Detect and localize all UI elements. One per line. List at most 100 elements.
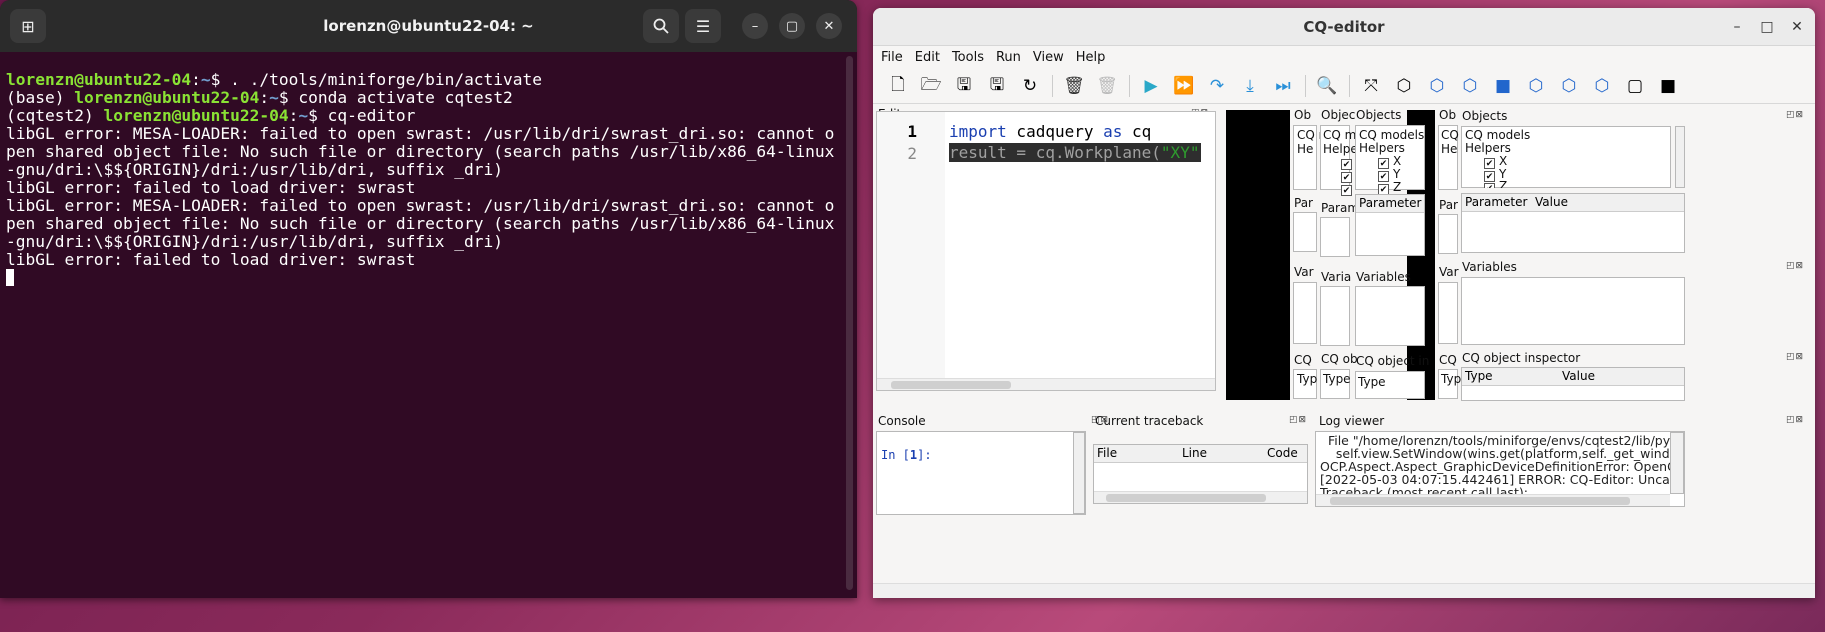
console[interactable]: In [1]:: [876, 431, 1086, 515]
variables-ghost[interactable]: [1320, 286, 1350, 346]
debug-button[interactable]: ⏩: [1173, 75, 1195, 97]
column-header-code[interactable]: Code: [1264, 445, 1307, 463]
tree-node-cq-models[interactable]: CQ models: [1465, 128, 1530, 142]
variables-ghost[interactable]: [1355, 286, 1425, 346]
inspector-ghost[interactable]: Typ: [1438, 369, 1461, 399]
inspector-table[interactable]: Type Value: [1461, 367, 1685, 401]
objects-tree-ghost[interactable]: CQ m Helpe ✔ ✔ ✔: [1320, 125, 1358, 196]
menu-button[interactable]: ☰: [685, 9, 721, 43]
scroll-thumb[interactable]: [1330, 497, 1630, 505]
column-header-line[interactable]: Line: [1179, 445, 1264, 463]
scroll-thumb[interactable]: [891, 381, 1011, 389]
log-vscrollbar[interactable]: [1670, 432, 1684, 494]
scroll-thumb[interactable]: [1106, 494, 1266, 502]
menu-tools[interactable]: Tools: [952, 50, 984, 65]
right-view-button[interactable]: ⬡: [1591, 75, 1613, 97]
run-button[interactable]: ▶: [1140, 75, 1162, 97]
cq-maximize-button[interactable]: □: [1757, 17, 1777, 37]
cq-editor-window[interactable]: CQ-editor – □ ✕ File Edit Tools Run View…: [873, 8, 1815, 598]
menu-view[interactable]: View: [1033, 50, 1064, 65]
traceback-dock-buttons[interactable]: ◰⊠: [1289, 415, 1307, 425]
objects-dock-buttons[interactable]: ◰⊠: [1786, 110, 1804, 120]
save-button[interactable]: 🖫: [953, 75, 975, 97]
column-label: Type: [1358, 375, 1386, 389]
inspector-ghost[interactable]: Typ: [1293, 369, 1317, 399]
objects-tree-ghost[interactable]: CQ models Helpers ✔ X ✔ Y ✔ Z: [1355, 125, 1425, 195]
shaded-button[interactable]: ■: [1657, 75, 1679, 97]
tree-label: Helpers: [1359, 141, 1405, 155]
minimize-button[interactable]: –: [742, 13, 768, 39]
tree-node-helpers[interactable]: Helpers: [1465, 141, 1511, 155]
terminal-cursor-line: [6, 269, 840, 287]
new-tab-button[interactable]: ⊞: [10, 9, 46, 43]
viewer-3d[interactable]: [1226, 110, 1290, 400]
variables-table[interactable]: [1461, 277, 1685, 345]
variables-ghost[interactable]: [1438, 282, 1458, 344]
new-file-button[interactable]: 🗋: [887, 75, 909, 97]
left-view-button[interactable]: ⬡: [1558, 75, 1580, 97]
back-view-button[interactable]: ⬡: [1525, 75, 1547, 97]
parameter-ghost[interactable]: [1293, 212, 1317, 252]
column-header-value[interactable]: Value: [1559, 368, 1684, 386]
menu-edit[interactable]: Edit: [915, 50, 940, 65]
menu-run[interactable]: Run: [996, 50, 1021, 65]
variables-ghost[interactable]: [1293, 282, 1317, 344]
menu-file[interactable]: File: [881, 50, 903, 65]
objects-tree-ghost[interactable]: CQ models He: [1438, 125, 1506, 190]
tree-item-z[interactable]: ✔Z: [1378, 180, 1401, 195]
wireframe-button[interactable]: ▢: [1624, 75, 1646, 97]
column-header-type[interactable]: Type: [1462, 368, 1559, 386]
editor-hscrollbar[interactable]: [877, 378, 1215, 390]
traceback-hscrollbar[interactable]: [1094, 491, 1307, 503]
maximize-button[interactable]: ▢: [779, 13, 805, 39]
zoom-button[interactable]: 🔍: [1316, 75, 1338, 97]
code-editor[interactable]: 1 2 import cadquery as cq result = cq.Wo…: [876, 111, 1216, 391]
step-over-button[interactable]: ↷: [1206, 75, 1228, 97]
log-viewer[interactable]: File "/home/lorenzn/tools/miniforge/envs…: [1315, 431, 1685, 507]
checkbox[interactable]: ✔: [1484, 183, 1495, 188]
column-header-value[interactable]: Value: [1532, 194, 1684, 212]
traceback-table[interactable]: File Line Code: [1093, 444, 1308, 504]
parameter-ghost[interactable]: [1438, 214, 1458, 254]
continue-button[interactable]: ⏭: [1272, 75, 1294, 97]
toolbar-separator: [1129, 75, 1130, 97]
cq-close-button[interactable]: ✕: [1787, 17, 1807, 37]
variables-dock-buttons[interactable]: ◰⊠: [1786, 261, 1804, 271]
objects-tree[interactable]: CQ models Helpers ✔X ✔Y ✔Z: [1461, 126, 1671, 188]
clear-button[interactable]: 🗑: [1063, 75, 1085, 97]
checkbox[interactable]: ✔: [1341, 181, 1356, 196]
log-dock-buttons[interactable]: ◰⊠: [1786, 415, 1804, 425]
inspector-dock-buttons[interactable]: ◰⊠: [1786, 352, 1804, 362]
inspector-ghost[interactable]: Type: [1355, 371, 1425, 399]
inspector-ghost[interactable]: Type: [1320, 369, 1351, 399]
column-label: Type: [1323, 372, 1351, 386]
iso-view-button[interactable]: ⬡: [1393, 75, 1415, 97]
console-prompt: In [1]:: [881, 448, 932, 462]
parameter-ghost[interactable]: [1320, 217, 1350, 257]
close-button[interactable]: ✕: [816, 13, 842, 39]
parameter-table[interactable]: Parameter Value: [1461, 193, 1685, 253]
column-header-file[interactable]: File: [1094, 445, 1179, 463]
tree-item-z[interactable]: ✔Z: [1484, 179, 1507, 188]
front-view-button[interactable]: ■: [1492, 75, 1514, 97]
reload-button[interactable]: ↻: [1019, 75, 1041, 97]
column-header-parameter[interactable]: Parameter: [1462, 194, 1532, 212]
terminal-scrollbar[interactable]: [846, 56, 853, 590]
terminal-window[interactable]: ⊞ lorenzn@ubuntu22-04: ~ ☰ – ▢ ✕ lorenzn…: [0, 0, 857, 598]
cq-minimize-button[interactable]: –: [1727, 17, 1747, 37]
save-as-button[interactable]: 🖫: [986, 75, 1008, 97]
delete-button[interactable]: 🗑: [1096, 75, 1118, 97]
log-hscrollbar[interactable]: [1316, 494, 1670, 506]
search-button[interactable]: [643, 9, 679, 43]
menu-help[interactable]: Help: [1076, 50, 1106, 65]
objects-tree-ghost[interactable]: CQ m He: [1293, 125, 1330, 190]
parameter-ghost[interactable]: Parameter: [1355, 194, 1425, 256]
console-vscrollbar[interactable]: [1073, 432, 1085, 514]
top-view-button[interactable]: ⬡: [1426, 75, 1448, 97]
bottom-view-button[interactable]: ⬡: [1459, 75, 1481, 97]
objects-vscrollbar[interactable]: [1675, 126, 1685, 188]
terminal-output[interactable]: lorenzn@ubuntu22-04:~$ . ./tools/minifor…: [0, 52, 846, 324]
step-in-button[interactable]: ⤓: [1239, 75, 1261, 97]
fit-button[interactable]: ⤧: [1360, 75, 1382, 97]
open-button[interactable]: 🗁: [920, 75, 942, 97]
